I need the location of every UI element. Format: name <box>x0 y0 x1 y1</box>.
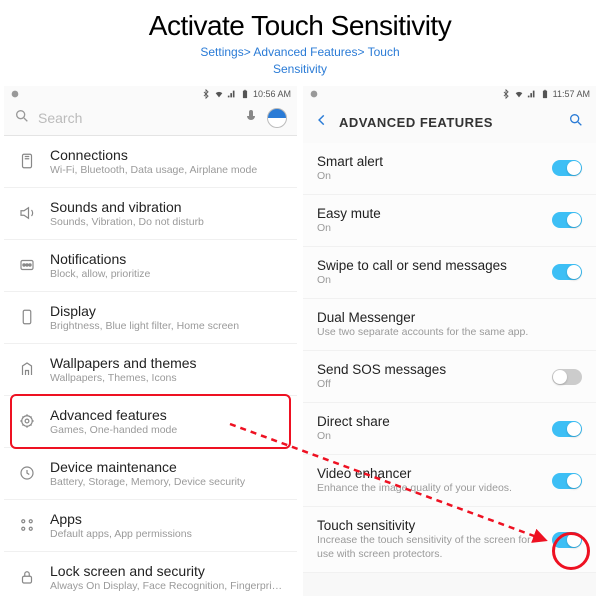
status-bar-right: 11:57 AM <box>303 86 596 102</box>
settings-item-display[interactable]: DisplayBrightness, Blue light filter, Ho… <box>4 292 297 344</box>
phone-settings: 10:56 AM Search ConnectionsWi-Fi, Blueto… <box>4 86 297 596</box>
page-title: Activate Touch Sensitivity <box>0 0 600 42</box>
settings-item-sub: Wallpapers, Themes, Icons <box>50 372 285 384</box>
toggle-switch[interactable] <box>552 212 582 228</box>
battery-icon <box>540 89 550 99</box>
wallpaper-icon <box>16 358 38 380</box>
search-icon <box>14 108 30 129</box>
af-item-sub: Use two separate accounts for the same a… <box>317 326 582 339</box>
signal-icon <box>227 89 237 99</box>
settings-item-label: Notifications <box>50 251 285 267</box>
settings-list: ConnectionsWi-Fi, Bluetooth, Data usage,… <box>4 136 297 596</box>
breadcrumb-line2: Sensitivity <box>0 61 600 78</box>
reddit-icon <box>10 89 20 99</box>
settings-item-sub: Sounds, Vibration, Do not disturb <box>50 216 285 228</box>
af-item-sub: Increase the touch sensitivity of the sc… <box>317 534 542 560</box>
wifi-icon <box>214 89 224 99</box>
settings-item-label: Device maintenance <box>50 459 285 475</box>
settings-item-apps[interactable]: AppsDefault apps, App permissions <box>4 500 297 552</box>
breadcrumb-line1: Settings> Advanced Features> Touch <box>0 44 600 61</box>
settings-item-label: Advanced features <box>50 407 285 423</box>
settings-item-label: Lock screen and security <box>50 563 285 579</box>
af-item-sub: On <box>317 274 542 287</box>
toggle-switch[interactable] <box>552 264 582 280</box>
settings-item-sub: Always On Display, Face Recognition, Fin… <box>50 580 285 592</box>
connections-icon <box>16 150 38 172</box>
reddit-icon <box>309 89 319 99</box>
advanced-icon <box>16 410 38 432</box>
af-item-label: Easy mute <box>317 206 542 221</box>
signal-icon <box>527 89 537 99</box>
back-icon[interactable] <box>315 113 329 132</box>
search-row[interactable]: Search <box>4 102 297 135</box>
settings-item-label: Connections <box>50 147 285 163</box>
af-item-label: Dual Messenger <box>317 310 582 325</box>
af-item-label: Swipe to call or send messages <box>317 258 542 273</box>
avatar[interactable] <box>267 108 287 128</box>
search-input[interactable]: Search <box>38 110 235 126</box>
af-item-label: Touch sensitivity <box>317 518 542 533</box>
af-item-label: Smart alert <box>317 154 542 169</box>
highlight-circle <box>552 532 590 570</box>
settings-item-label: Sounds and vibration <box>50 199 285 215</box>
af-item-sub: On <box>317 170 542 183</box>
settings-item-label: Apps <box>50 511 285 527</box>
settings-item-sounds-and-vibration[interactable]: Sounds and vibrationSounds, Vibration, D… <box>4 188 297 240</box>
af-item-label: Direct share <box>317 414 542 429</box>
settings-item-label: Display <box>50 303 285 319</box>
wifi-icon <box>514 89 524 99</box>
af-item-sub: On <box>317 222 542 235</box>
af-item-smart-alert[interactable]: Smart alertOn <box>303 143 596 195</box>
af-item-label: Video enhancer <box>317 466 542 481</box>
mic-icon[interactable] <box>243 108 259 129</box>
breadcrumb: Settings> Advanced Features> Touch Sensi… <box>0 44 600 78</box>
toggle-switch[interactable] <box>552 369 582 385</box>
af-item-label: Send SOS messages <box>317 362 542 377</box>
search-icon[interactable] <box>568 112 584 133</box>
status-time: 11:57 AM <box>553 89 590 99</box>
settings-item-sub: Games, One-handed mode <box>50 424 285 436</box>
settings-item-label: Wallpapers and themes <box>50 355 285 371</box>
settings-item-lock-screen-and-security[interactable]: Lock screen and securityAlways On Displa… <box>4 552 297 596</box>
af-item-sub: Off <box>317 378 542 391</box>
af-item-send-sos-messages[interactable]: Send SOS messagesOff <box>303 351 596 403</box>
phone-advanced-features: 11:57 AM ADVANCED FEATURES Smart alertOn… <box>303 86 596 596</box>
toggle-switch[interactable] <box>552 160 582 176</box>
af-item-video-enhancer[interactable]: Video enhancerEnhance the image quality … <box>303 455 596 507</box>
settings-item-sub: Default apps, App permissions <box>50 528 285 540</box>
bluetooth-icon <box>501 89 511 99</box>
display-icon <box>16 306 38 328</box>
notifications-icon <box>16 254 38 276</box>
af-item-swipe-to-call-or-send-messages[interactable]: Swipe to call or send messagesOn <box>303 247 596 299</box>
af-item-direct-share[interactable]: Direct shareOn <box>303 403 596 455</box>
settings-item-sub: Brightness, Blue light filter, Home scre… <box>50 320 285 332</box>
af-item-touch-sensitivity[interactable]: Touch sensitivityIncrease the touch sens… <box>303 507 596 572</box>
battery-icon <box>240 89 250 99</box>
toggle-switch[interactable] <box>552 421 582 437</box>
advanced-features-header: ADVANCED FEATURES <box>303 102 596 143</box>
header-title: ADVANCED FEATURES <box>339 115 558 130</box>
af-item-sub: On <box>317 430 542 443</box>
status-bar-left: 10:56 AM <box>4 86 297 102</box>
settings-item-device-maintenance[interactable]: Device maintenanceBattery, Storage, Memo… <box>4 448 297 500</box>
apps-icon <box>16 514 38 536</box>
settings-item-connections[interactable]: ConnectionsWi-Fi, Bluetooth, Data usage,… <box>4 136 297 188</box>
lock-icon <box>16 566 38 588</box>
advanced-features-list: Smart alertOnEasy muteOnSwipe to call or… <box>303 143 596 573</box>
toggle-switch[interactable] <box>552 473 582 489</box>
bluetooth-icon <box>201 89 211 99</box>
maintenance-icon <box>16 462 38 484</box>
af-item-easy-mute[interactable]: Easy muteOn <box>303 195 596 247</box>
settings-item-sub: Block, allow, prioritize <box>50 268 285 280</box>
status-time: 10:56 AM <box>253 89 291 99</box>
af-item-sub: Enhance the image quality of your videos… <box>317 482 542 495</box>
settings-item-notifications[interactable]: NotificationsBlock, allow, prioritize <box>4 240 297 292</box>
settings-item-wallpapers-and-themes[interactable]: Wallpapers and themesWallpapers, Themes,… <box>4 344 297 396</box>
settings-item-advanced-features[interactable]: Advanced featuresGames, One-handed mode <box>4 396 297 448</box>
sound-icon <box>16 202 38 224</box>
settings-item-sub: Battery, Storage, Memory, Device securit… <box>50 476 285 488</box>
settings-item-sub: Wi-Fi, Bluetooth, Data usage, Airplane m… <box>50 164 285 176</box>
af-item-dual-messenger[interactable]: Dual MessengerUse two separate accounts … <box>303 299 596 351</box>
